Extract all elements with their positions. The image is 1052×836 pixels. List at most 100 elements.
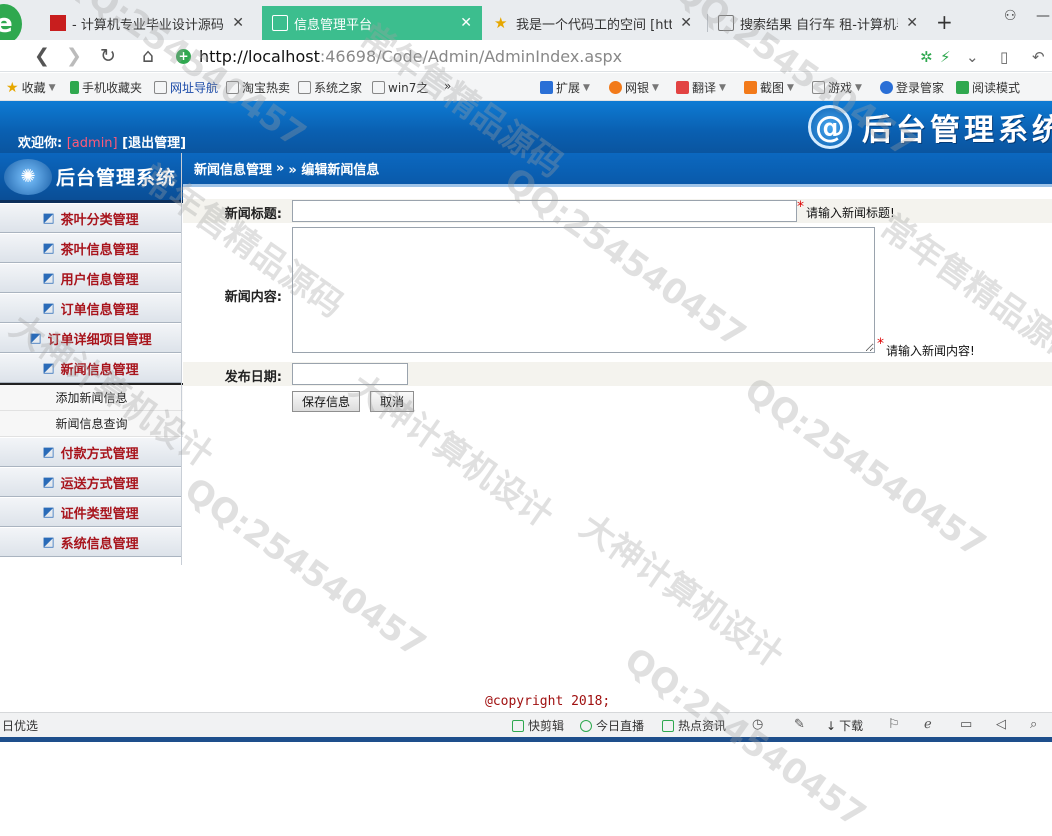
phone-icon (70, 81, 79, 94)
chevron-down-icon: ▼ (855, 82, 862, 93)
sidebar-item-news-info[interactable]: ◩ 新闻信息管理 (0, 353, 181, 383)
chevron-down-icon: ▼ (583, 82, 590, 93)
tab-info-platform[interactable]: 信息管理平台 ✕ (262, 6, 482, 40)
speaker-icon[interactable]: ◁ (996, 717, 1006, 732)
tool-games[interactable]: 游戏 ▼ (812, 79, 862, 96)
bookmark-favorites[interactable]: ★ 收藏 ▼ (6, 79, 56, 96)
tool-translate[interactable]: 翻译 ▼ (676, 79, 726, 96)
bookmark-mobile[interactable]: 手机收藏夹 (70, 79, 142, 96)
welcome-text: 欢迎你: [admin] [退出管理] (18, 132, 186, 151)
window-icon[interactable]: ▭ (960, 717, 972, 732)
breadcrumb: 新闻信息管理 » » 编辑新闻信息 (183, 153, 1052, 184)
sidebar-item-tea-category[interactable]: ◩ 茶叶分类管理 (0, 203, 181, 233)
chevron-down-icon: ▼ (787, 82, 794, 93)
close-icon[interactable]: ✕ (680, 15, 692, 31)
octopus-logo-icon: ✺ (4, 158, 52, 195)
status-left-text[interactable]: 日优选 (2, 717, 38, 734)
sidebar-item-order-detail[interactable]: ◩ 订单详细项目管理 (0, 323, 181, 353)
tool-bank[interactable]: 网银 ▼ (609, 79, 659, 96)
status-download[interactable]: ↓ 下载 (826, 717, 863, 734)
breadcrumb-section[interactable]: 新闻信息管理 (194, 159, 272, 178)
bookmark-taobao[interactable]: 淘宝热卖 (226, 79, 290, 96)
status-live[interactable]: 今日直播 (580, 717, 644, 734)
sidebar-item-user-info[interactable]: ◩ 用户信息管理 (0, 263, 181, 293)
sidebar-item-tea-info[interactable]: ◩ 茶叶信息管理 (0, 233, 181, 263)
news-content-textarea[interactable] (292, 227, 875, 353)
url-host: http://localhost (199, 46, 320, 66)
download-icon: ↓ (826, 718, 837, 733)
sidebar-item-payment[interactable]: ◩ 付款方式管理 (0, 437, 181, 467)
close-icon[interactable]: ✕ (906, 15, 918, 31)
close-icon[interactable]: ✕ (232, 15, 244, 31)
sidebar-item-order-info[interactable]: ◩ 订单信息管理 (0, 293, 181, 323)
gear-accelerate-icon[interactable]: ✲ (920, 48, 933, 66)
page-icon (154, 81, 167, 94)
save-button[interactable]: 保存信息 (292, 391, 361, 412)
sidebar-title-text: 后台管理系统 (56, 167, 177, 189)
lightning-icon[interactable]: ⚡ (940, 48, 951, 66)
breadcrumb-separator: » (276, 161, 285, 176)
bookmark-syshome[interactable]: 系统之家 (298, 79, 362, 96)
back-icon[interactable]: ❮ (30, 44, 54, 68)
tool-extensions[interactable]: 扩展 ▼ (540, 79, 590, 96)
menu-arrow-icon: ◩ (42, 270, 55, 286)
breadcrumb-underline (183, 184, 1052, 187)
tab-title: - 计算机专业毕业设计源码网 (72, 17, 225, 33)
new-tab-button[interactable]: + (936, 10, 953, 34)
status-news[interactable]: 热点资讯 (662, 717, 726, 734)
url-field[interactable]: + http://localhost:46698/Code/Admin/Admi… (176, 44, 916, 68)
tool-reading-mode[interactable]: 阅读模式 (956, 79, 1020, 96)
submenu-add-news[interactable]: 添加新闻信息 (0, 385, 183, 411)
status-quick-edit[interactable]: 快剪辑 (512, 717, 564, 734)
news-title-input[interactable] (292, 200, 797, 222)
tab-title: 信息管理平台 (294, 17, 373, 33)
close-icon[interactable]: ✕ (460, 15, 472, 31)
watermark: QQ:254540457 (177, 470, 433, 666)
logout-link[interactable]: [退出管理] (122, 136, 186, 151)
browser-tab-strip: - 计算机专业毕业设计源码网 ✕ 信息管理平台 ✕ ★ 我是一个代码工的空间 [… (0, 0, 1052, 40)
tab-search-results[interactable]: 搜索结果 自行车 租-计算机毕业 ✕ (708, 6, 928, 40)
form-row-actions: 保存信息 取消 (183, 390, 1052, 414)
menu-arrow-icon: ◩ (42, 300, 55, 316)
submenu-query-news[interactable]: 新闻信息查询 (0, 411, 183, 437)
reload-icon[interactable]: ↻ (96, 44, 120, 68)
tools-icon[interactable]: ✎ (794, 717, 805, 732)
cancel-button[interactable]: 取消 (370, 391, 415, 412)
sidebar-item-label: 证件类型管理 (60, 506, 139, 522)
tab-title: 我是一个代码工的空间 [http:/ (516, 17, 673, 33)
undo-icon[interactable]: ↶ (1032, 48, 1045, 66)
phone-icon[interactable]: ▯ (1000, 48, 1008, 66)
bookmark-overflow-button[interactable]: » (444, 79, 451, 93)
tab-source-code-site[interactable]: - 计算机专业毕业设计源码网 ✕ (40, 6, 254, 40)
status-item-label: 快剪辑 (528, 719, 565, 733)
bookmark-label: » (444, 79, 452, 93)
status-item-label: 今日直播 (596, 719, 645, 733)
scissors-icon (744, 81, 757, 94)
sidebar-item-system-info[interactable]: ◩ 系统信息管理 (0, 527, 181, 557)
forward-icon[interactable]: ❯ (62, 44, 86, 68)
zoom-icon[interactable]: ⌕ (1030, 717, 1037, 732)
status-item-label: 热点资讯 (678, 719, 727, 733)
bookmarks-bar: ★ 收藏 ▼ 手机收藏夹 网址导航 淘宝热卖 系统之家 win7之 » 扩展 ▼ … (0, 73, 1052, 101)
page-icon (372, 81, 385, 94)
bookmark-win7[interactable]: win7之 (372, 79, 428, 96)
sidebar-item-shipping[interactable]: ◩ 运送方式管理 (0, 467, 181, 497)
tool-login-manager[interactable]: 登录管家 (880, 79, 944, 96)
sidebar-divider (181, 153, 182, 565)
status-item-label: 下载 (839, 719, 864, 733)
tool-screenshot[interactable]: 截图 ▼ (744, 79, 794, 96)
chevron-down-icon[interactable]: ⌄ (966, 48, 979, 66)
flag-icon[interactable]: ⚐ (888, 717, 900, 732)
system-title: 后台管理系统 (862, 113, 1052, 148)
ie-icon[interactable]: ℯ (924, 717, 932, 732)
shirt-skin-icon[interactable]: ⚇ (1004, 8, 1017, 24)
tool-label: 阅读模式 (972, 81, 1021, 95)
sidebar-item-id-type[interactable]: ◩ 证件类型管理 (0, 497, 181, 527)
home-icon[interactable]: ⌂ (136, 44, 160, 68)
clock-icon[interactable]: ◷ (752, 717, 763, 732)
tab-coder-space[interactable]: ★ 我是一个代码工的空间 [http:/ ✕ (484, 6, 702, 40)
title-label: 新闻标题: (224, 207, 282, 222)
minimize-icon[interactable]: — (1036, 8, 1050, 24)
publish-date-input[interactable] (292, 363, 408, 385)
bookmark-nav[interactable]: 网址导航 (154, 79, 218, 96)
